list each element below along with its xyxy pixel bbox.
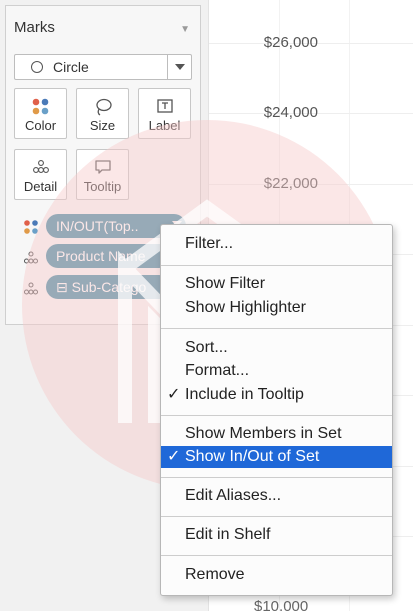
menu-item-label: Remove <box>185 566 245 583</box>
menu-item-show-filter[interactable]: Show Filter <box>161 273 392 295</box>
tooltip-button-label: Tooltip <box>83 179 122 194</box>
detail-dots-icon <box>24 251 38 264</box>
color-dots-icon <box>32 98 48 115</box>
y-axis-tick-label: $10,000 <box>254 598 309 611</box>
color-dots-icon <box>24 220 38 234</box>
pill-label: Product Name <box>56 248 146 264</box>
menu-item-remove[interactable]: Remove <box>161 564 392 586</box>
product-name-pill[interactable]: Product Name <box>46 244 171 268</box>
menu-item-label: Show In/Out of Set <box>185 448 320 465</box>
menu-separator <box>161 477 392 478</box>
menu-item-label: Include in Tooltip <box>185 386 304 403</box>
menu-item-sort[interactable]: Sort... <box>161 337 392 359</box>
menu-item-edit-aliases[interactable]: Edit Aliases... <box>161 485 392 507</box>
menu-separator <box>161 415 392 416</box>
checkmark-icon: ✓ <box>167 386 181 403</box>
sub-category-pill[interactable]: ⊟ Sub-Catego <box>46 275 171 299</box>
dropdown-arrow-button[interactable] <box>167 55 191 79</box>
color-button-label: Color <box>24 118 57 133</box>
tooltip-bubble-icon <box>94 160 111 174</box>
menu-item-label: Sort... <box>185 339 228 356</box>
menu-item-show-highlighter[interactable]: Show Highlighter <box>161 297 392 319</box>
menu-separator <box>161 555 392 556</box>
label-button-label: Label <box>148 118 181 133</box>
pill-label: IN/OUT(Top.. <box>56 218 139 234</box>
menu-separator <box>161 516 392 517</box>
menu-item-label: Show Filter <box>185 275 266 292</box>
menu-item-label: Edit Aliases... <box>185 487 282 504</box>
pill-label: ⊟ Sub-Catego <box>56 279 147 295</box>
menu-item-filter[interactable]: Filter... <box>161 233 392 255</box>
label-button[interactable]: Label <box>138 88 191 139</box>
chevron-down-icon[interactable]: ▼ <box>180 24 190 35</box>
menu-item-label: Show Members in Set <box>185 425 342 442</box>
menu-item-show-members-in-set[interactable]: Show Members in Set <box>161 423 392 445</box>
pill-context-menu[interactable]: Filter... Show Filter Show Highlighter S… <box>160 224 393 596</box>
detail-dots-icon <box>32 160 49 173</box>
menu-item-show-in-out-of-set[interactable]: ✓ Show In/Out of Set <box>161 446 392 468</box>
chevron-down-icon <box>175 64 185 70</box>
menu-item-label: Edit in Shelf <box>185 526 271 543</box>
menu-item-label: Show Highlighter <box>185 299 306 316</box>
size-button-label: Size <box>89 118 116 133</box>
mark-type-dropdown[interactable]: Circle <box>14 54 192 80</box>
tooltip-button[interactable]: Tooltip <box>76 149 129 200</box>
size-button[interactable]: Size <box>76 88 129 139</box>
checkmark-icon: ✓ <box>167 448 181 465</box>
label-text-icon <box>156 99 173 113</box>
size-lasso-icon <box>95 98 112 116</box>
y-axis-tick-label: $22,000 <box>263 175 318 192</box>
y-axis-tick-label: $24,000 <box>263 104 318 121</box>
marks-card-title: Marks <box>14 19 55 36</box>
y-axis-tick-label: $26,000 <box>263 34 318 51</box>
detail-button-label: Detail <box>23 179 58 194</box>
menu-item-edit-in-shelf[interactable]: Edit in Shelf <box>161 524 392 546</box>
menu-item-include-in-tooltip[interactable]: ✓ Include in Tooltip <box>161 384 392 406</box>
menu-separator <box>161 265 392 266</box>
menu-item-format[interactable]: Format... <box>161 360 392 382</box>
detail-dots-icon <box>24 282 38 295</box>
menu-item-label: Format... <box>185 362 250 379</box>
mark-type-value: Circle <box>53 59 89 75</box>
circle-icon <box>31 61 43 73</box>
detail-button[interactable]: Detail <box>14 149 67 200</box>
color-button[interactable]: Color <box>14 88 67 139</box>
menu-item-label: Filter... <box>185 235 234 252</box>
menu-separator <box>161 328 392 329</box>
